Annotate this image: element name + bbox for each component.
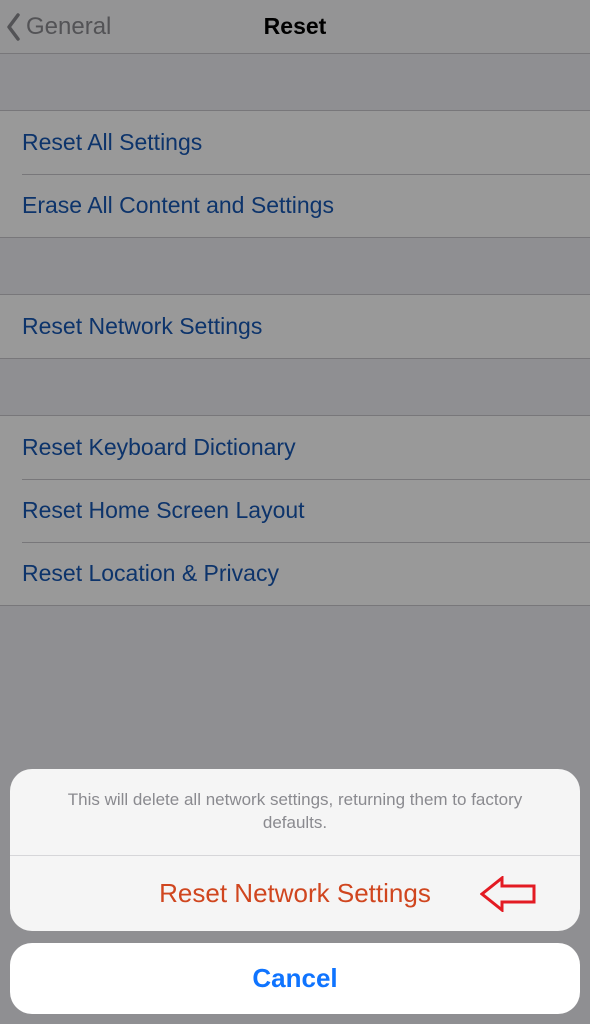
annotation-arrow-icon xyxy=(480,876,536,912)
action-sheet-panel: This will delete all network settings, r… xyxy=(10,769,580,931)
destructive-action-label: Reset Network Settings xyxy=(159,878,431,908)
cancel-button[interactable]: Cancel xyxy=(10,943,580,1014)
cancel-label: Cancel xyxy=(252,963,337,993)
reset-network-settings-confirm-button[interactable]: Reset Network Settings xyxy=(10,856,580,931)
action-sheet-message: This will delete all network settings, r… xyxy=(10,769,580,856)
action-sheet: This will delete all network settings, r… xyxy=(10,769,580,1014)
